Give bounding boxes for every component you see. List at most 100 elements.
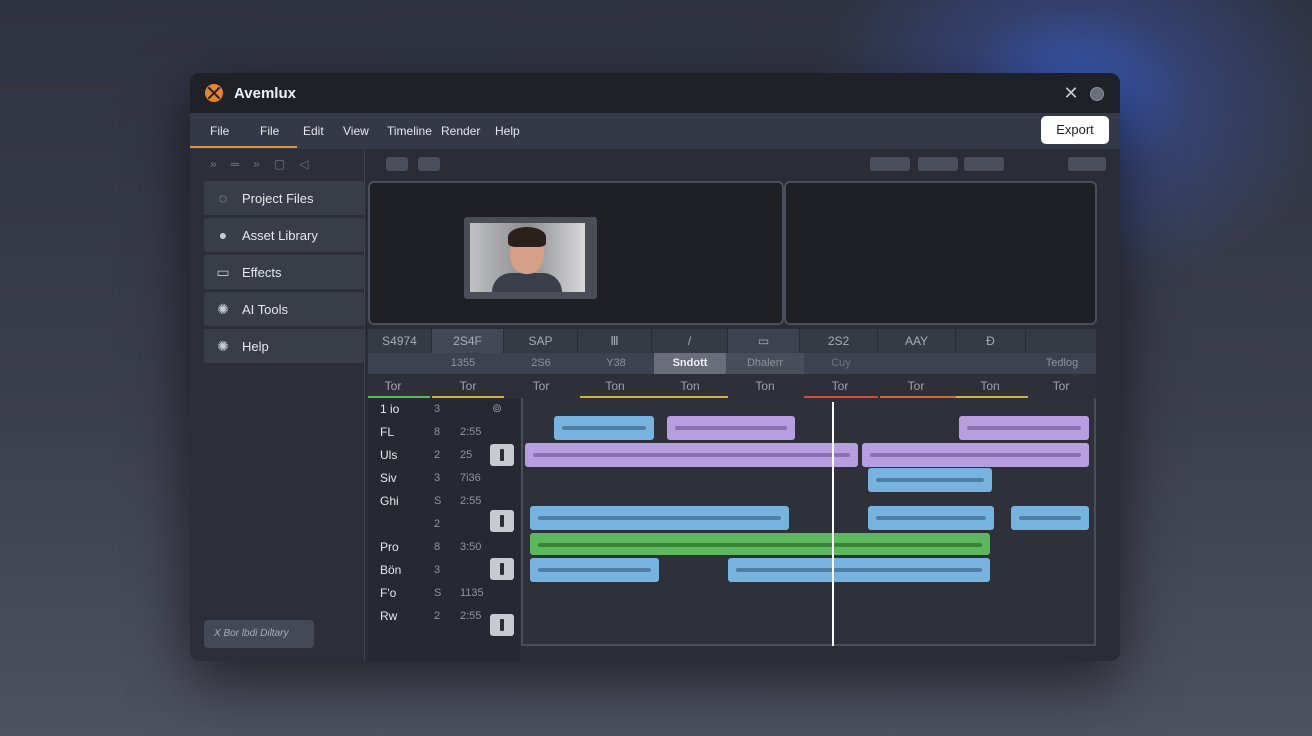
toolbar-chip[interactable] xyxy=(870,157,910,171)
track-row[interactable]: 2 xyxy=(368,510,520,536)
track-row[interactable]: Bön 3 xyxy=(368,558,520,582)
sidebar-item-label: Asset Library xyxy=(242,228,318,243)
track-lock-icon[interactable] xyxy=(490,614,514,636)
track-lock-icon[interactable] xyxy=(490,444,514,466)
track-number: 3 xyxy=(434,564,441,576)
video-clip[interactable] xyxy=(728,558,990,582)
ruler-marker xyxy=(368,396,430,398)
sub-header[interactable]: Tedlog xyxy=(1028,353,1096,374)
track-header[interactable]: 2S4F xyxy=(432,329,504,353)
sidebar-item-asset-library[interactable]: ● Asset Library xyxy=(204,218,364,252)
toolbar-chip[interactable] xyxy=(418,157,440,171)
track-header[interactable]: Ð xyxy=(956,329,1026,353)
effect-clip[interactable] xyxy=(530,533,990,555)
track-name: Rw xyxy=(380,609,398,623)
track-header[interactable]: ▭ xyxy=(728,329,800,353)
toolbar-chip[interactable] xyxy=(964,157,1004,171)
window-control-icon[interactable] xyxy=(1090,87,1104,101)
source-preview[interactable] xyxy=(368,181,784,325)
expand-icon[interactable]: » xyxy=(210,157,217,171)
app-window: Avemlux ✕ File File Edit View Timeline R… xyxy=(190,73,1120,661)
thumbnail-image xyxy=(470,223,585,292)
time-ruler[interactable]: Tor Tor Tor Ton Ton Ton Tor Tor Ton Tor xyxy=(368,374,1096,398)
sub-header[interactable]: Cuy xyxy=(804,353,878,374)
close-icon[interactable]: ✕ xyxy=(1063,84,1079,102)
forward-icon[interactable]: » xyxy=(253,157,260,171)
square-icon[interactable]: ▢ xyxy=(274,157,285,171)
ruler-tick: Tor xyxy=(384,379,402,393)
sidebar-item-ai-tools[interactable]: ✺ AI Tools xyxy=(204,292,364,326)
program-preview[interactable] xyxy=(784,181,1097,325)
sidebar-item-help[interactable]: ✺ Help xyxy=(204,329,364,363)
menu-render[interactable]: Render xyxy=(441,124,480,138)
video-clip[interactable] xyxy=(554,416,654,440)
track-number: 2 xyxy=(434,610,441,622)
track-row[interactable]: Uls 2 25 xyxy=(368,444,520,467)
menu-help[interactable]: Help xyxy=(495,124,520,138)
track-header-row: S4974 2S4F SAP Ⅲ / ▭ 2S2 AAY Ð xyxy=(368,329,1096,353)
track-lock-icon[interactable] xyxy=(490,510,514,532)
track-row[interactable]: Rw 2 2:55 xyxy=(368,606,520,636)
toolbar-chip[interactable] xyxy=(918,157,958,171)
track-row[interactable]: F'o S 1135 xyxy=(368,583,520,605)
video-clip[interactable] xyxy=(530,558,659,582)
track-row[interactable]: 1 io 3 ⊚ xyxy=(368,399,520,421)
menu-bar: File File Edit View Timeline Render Help xyxy=(190,113,1120,149)
video-clip[interactable] xyxy=(868,468,992,492)
back-icon[interactable]: ◁ xyxy=(299,157,308,171)
ruler-marker xyxy=(432,396,504,398)
track-header[interactable]: AAY xyxy=(878,329,956,353)
playhead[interactable] xyxy=(832,402,834,646)
video-thumbnail[interactable] xyxy=(464,217,597,299)
track-duration: 7i36 xyxy=(460,472,481,484)
video-clip[interactable] xyxy=(530,506,789,530)
menu-edit[interactable]: Edit xyxy=(303,124,324,138)
track-name: Ghi xyxy=(380,494,399,508)
audio-clip[interactable] xyxy=(959,416,1089,440)
track-number: 8 xyxy=(434,541,441,553)
track-number: 3 xyxy=(434,472,441,484)
menu-file[interactable]: File xyxy=(260,124,279,138)
sidebar-bottom-button[interactable]: X Bor lbdi Diltary xyxy=(204,620,314,648)
sidebar-item-label: Help xyxy=(242,339,269,354)
track-header[interactable]: Ⅲ xyxy=(578,329,652,353)
video-clip[interactable] xyxy=(1011,506,1089,530)
track-header[interactable]: SAP xyxy=(504,329,578,353)
audio-clip[interactable] xyxy=(667,416,795,440)
menu-lines-icon[interactable]: ═ xyxy=(231,157,240,171)
track-row[interactable]: Pro 8 3:50 xyxy=(368,537,520,559)
track-duration: 2:55 xyxy=(460,610,482,622)
track-duration: 2:55 xyxy=(460,426,482,438)
ruler-tick: Tor xyxy=(907,379,925,393)
track-lock-icon[interactable] xyxy=(490,558,514,580)
sub-header-selected[interactable]: Sndott xyxy=(654,353,726,374)
toolbar-chip[interactable] xyxy=(1068,157,1106,171)
link-icon[interactable]: ⊚ xyxy=(492,401,502,415)
sidebar-item-project-files[interactable]: ◌ Project Files xyxy=(204,181,364,215)
ruler-tick: Ton xyxy=(680,379,700,393)
track-row[interactable]: FL 8 2:55 xyxy=(368,422,520,444)
track-header[interactable]: S4974 xyxy=(368,329,432,353)
sub-header[interactable]: 2S6 xyxy=(504,353,578,374)
sub-header[interactable]: 1355 xyxy=(428,353,498,374)
sub-header[interactable]: Dhalerr xyxy=(726,353,804,374)
sidebar-item-label: Effects xyxy=(242,265,282,280)
video-clip[interactable] xyxy=(868,506,994,530)
effects-icon: ▭ xyxy=(216,264,230,280)
track-number: S xyxy=(434,495,442,507)
track-header[interactable]: / xyxy=(652,329,728,353)
sub-header-row: 1355 2S6 Y38 Sndott Dhalerr Cuy Tedlog xyxy=(368,353,1096,374)
track-row[interactable]: Siv 3 7i36 xyxy=(368,468,520,490)
sidebar-item-effects[interactable]: ▭ Effects xyxy=(204,255,364,289)
audio-clip[interactable] xyxy=(862,443,1089,467)
audio-clip[interactable] xyxy=(525,443,858,467)
timeline-area[interactable] xyxy=(521,398,1096,646)
toolbar-chip[interactable] xyxy=(386,157,408,171)
menu-view[interactable]: View xyxy=(343,124,369,138)
sub-header[interactable]: Y38 xyxy=(578,353,654,374)
sidebar-item-label: AI Tools xyxy=(242,302,289,317)
menu-file-active[interactable]: File xyxy=(210,124,229,138)
menu-timeline[interactable]: Timeline xyxy=(387,124,432,138)
export-button[interactable]: Export xyxy=(1041,116,1109,144)
track-header[interactable]: 2S2 xyxy=(800,329,878,353)
